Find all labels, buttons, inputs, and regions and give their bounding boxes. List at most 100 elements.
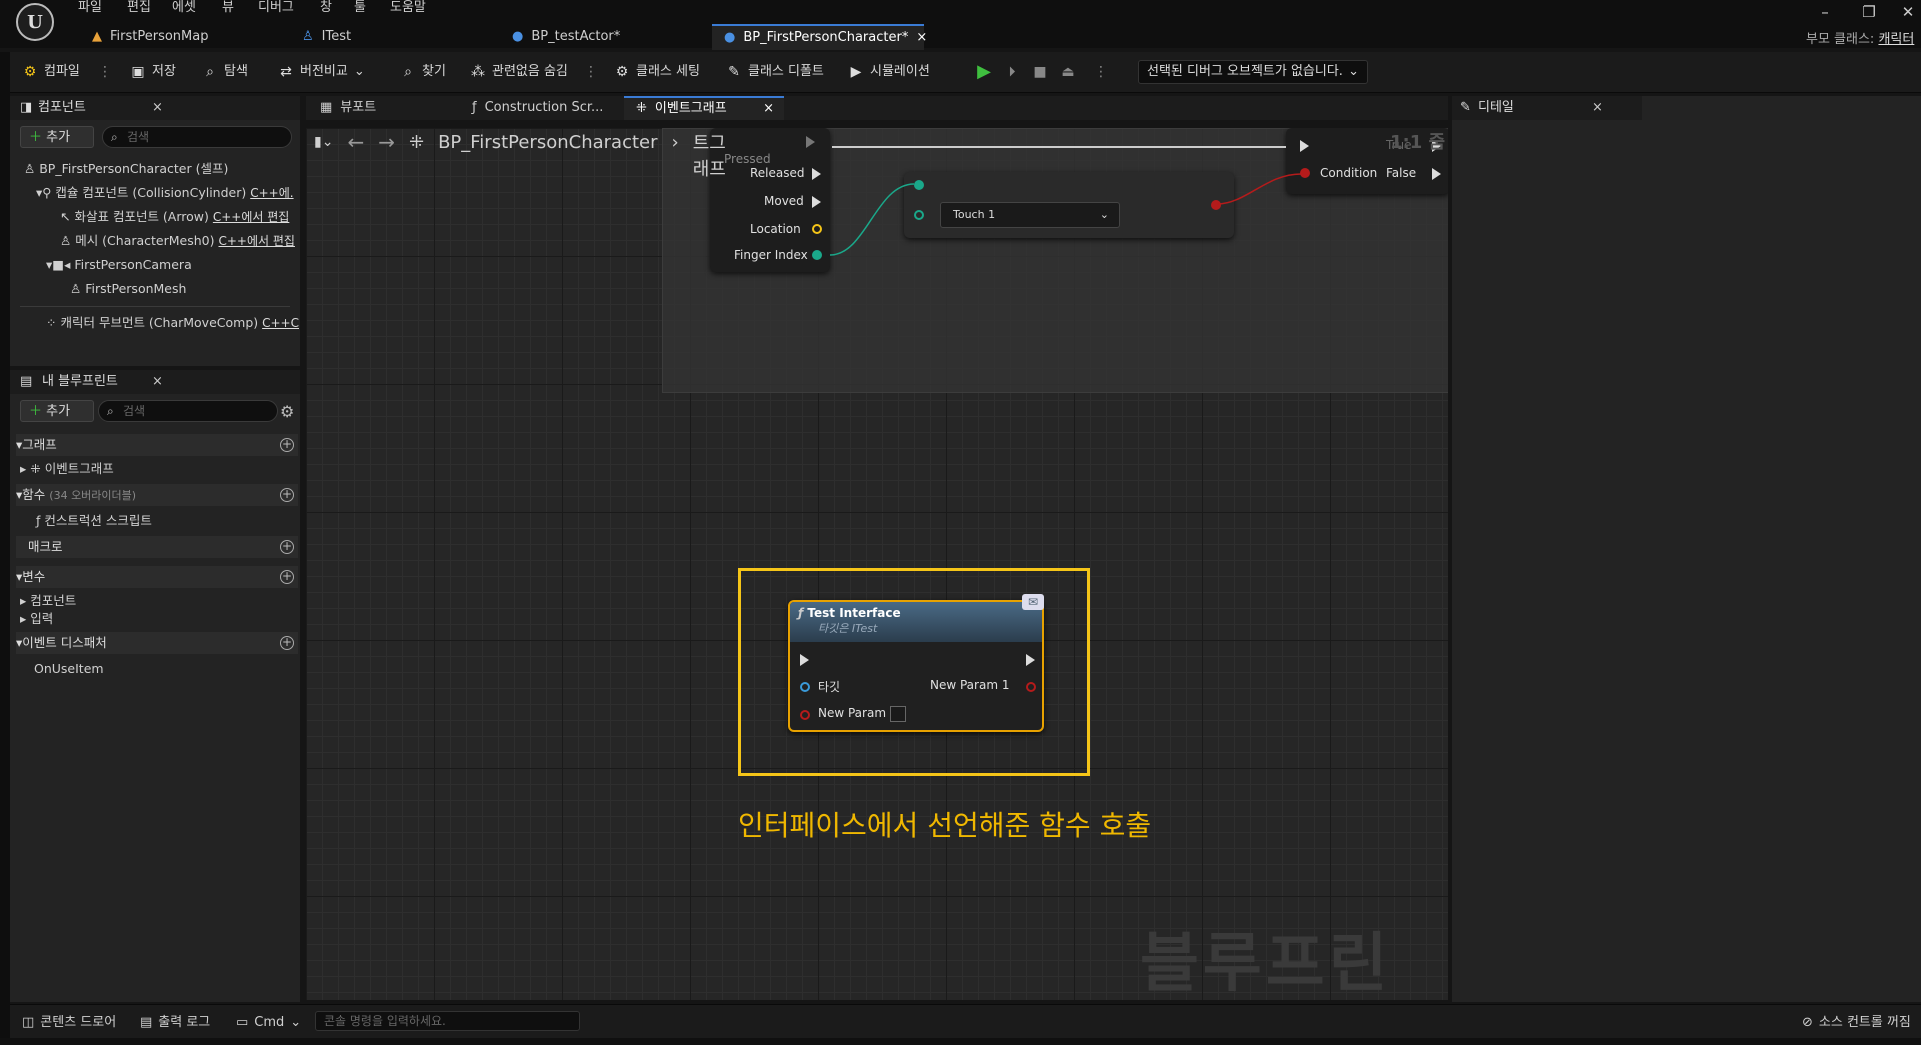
tab-construction-script[interactable]: ƒ Construction Scr... (460, 96, 615, 120)
browse-button[interactable]: ⌕ 탐색 (202, 60, 248, 84)
chevron-down-icon: ⌄ (290, 1015, 302, 1030)
close-icon[interactable]: × (763, 98, 774, 120)
class-defaults-button[interactable]: ✎ 클래스 디폴트 (726, 60, 824, 84)
add-dispatcher-icon[interactable]: + (280, 636, 294, 650)
add-member-button[interactable]: ＋ 추가 (20, 400, 94, 422)
tab-event-graph[interactable]: ⁜ 이벤트그래프 × (624, 96, 784, 120)
event-graph-canvas[interactable]: Pressed Released Moved Location Finger I… (306, 128, 1448, 1000)
exec-pin-in[interactable] (800, 654, 809, 666)
hide-unrelated-button[interactable]: ⁂ 관련없음 숨김 (470, 60, 568, 84)
section-macros[interactable]: 매크로 + (16, 536, 298, 558)
close-icon[interactable]: × (152, 96, 163, 120)
menu-window[interactable]: 창 (320, 0, 332, 16)
tab-bp-testactor[interactable]: ● BP_testActor* (500, 24, 700, 50)
more-options-icon[interactable]: ⋮ (584, 60, 598, 84)
my-blueprint-search-input[interactable]: ⌕ 검색 (98, 400, 278, 422)
test-interface-node[interactable]: ƒ Test Interface 타깃은 ITest ✉ 타깃 New Para… (788, 594, 1044, 732)
console-input[interactable]: 콘솔 명령을 입력하세요. (315, 1011, 580, 1031)
tree-item-camera[interactable]: ▾■◂ FirstPersonCamera (46, 256, 192, 274)
new-param-checkbox[interactable] (890, 706, 906, 722)
play-options-icon[interactable]: ⋮ (1094, 60, 1108, 84)
data-pin-new-param[interactable] (800, 710, 810, 720)
menu-debug[interactable]: 디버그 (258, 0, 294, 16)
close-icon[interactable]: × (1592, 96, 1603, 120)
diff-button[interactable]: ⇄ 버전비교 ⌄ (278, 60, 365, 84)
parent-class-link[interactable]: 캐릭터 (1878, 32, 1914, 47)
class-settings-button[interactable]: ⚙ 클래스 세팅 (614, 60, 700, 84)
section-label: 그래프 (22, 437, 57, 452)
tab-viewport[interactable]: ▦ 뷰포트 (308, 96, 388, 120)
edit-in-cpp-link[interactable]: C++에서 편집 (219, 234, 295, 248)
tab-label: BP_FirstPersonCharacter* (743, 30, 909, 45)
add-macro-icon[interactable]: + (280, 540, 294, 554)
add-component-button[interactable]: ＋ 추가 (20, 126, 94, 148)
unreal-logo-icon[interactable]: U (16, 3, 54, 41)
menu-edit[interactable]: 편집 (127, 0, 151, 16)
edit-in-cpp-link[interactable]: C++에. (250, 186, 293, 200)
simulate-button[interactable]: ▶ 시뮬레이션 (848, 60, 930, 84)
compile-options-icon[interactable]: ⋮ (98, 60, 112, 84)
stop-button[interactable]: ■ (1032, 60, 1048, 84)
tree-item-mesh[interactable]: ♙ 메시 (CharacterMesh0) C++에서 편집 (60, 232, 295, 250)
tree-item-fp-mesh[interactable]: ♙ FirstPersonMesh (70, 280, 186, 298)
menu-view[interactable]: 뷰 (222, 0, 234, 16)
title-bar: U 파일 편집 에셋 뷰 디버그 창 툴 도움말 ▲ FirstPersonMa… (0, 0, 1921, 51)
components-title: 컴포넌트 (38, 100, 86, 115)
exec-pin-out[interactable] (1026, 654, 1035, 666)
book-icon: ▤ (20, 374, 33, 389)
tree-item-movement[interactable]: ⁘ 캐릭터 무브먼트 (CharMoveComp) C++C (46, 314, 299, 332)
section-variables[interactable]: ▾변수 + (16, 566, 298, 588)
variable-category-input[interactable]: ▸ 입력 (20, 610, 53, 628)
play-button[interactable]: ▶ (976, 60, 992, 84)
tab-bp-firstpersoncharacter[interactable]: ● BP_FirstPersonCharacter* × (712, 24, 927, 51)
restore-button[interactable]: ❐ (1856, 2, 1882, 22)
add-graph-icon[interactable]: + (280, 438, 294, 452)
tab-firstpersonmap[interactable]: ▲ FirstPersonMap (80, 24, 270, 50)
close-window-button[interactable]: ✕ (1895, 2, 1921, 22)
dispatcher-item[interactable]: OnUseItem (34, 660, 104, 678)
cmd-dropdown[interactable]: ▭ Cmd ⌄ (236, 1013, 301, 1033)
pencil-icon: ✎ (728, 64, 740, 80)
debug-object-dropdown[interactable]: 선택된 디버그 오브젝트가 없습니다. ⌄ (1138, 60, 1368, 84)
arrow-component-icon: ↖ (60, 209, 71, 224)
section-event-dispatchers[interactable]: ▾이벤트 디스패처 + (16, 632, 298, 654)
data-pin-new-param-1[interactable] (1026, 682, 1036, 692)
tree-item-self[interactable]: ♙ BP_FirstPersonCharacter (셀프) (24, 160, 228, 178)
output-log-button[interactable]: ▤ 출력 로그 (140, 1013, 210, 1033)
save-button[interactable]: ▣ 저장 (130, 60, 176, 84)
tree-item-capsule[interactable]: ▾⚲ 캡슐 컴포넌트 (CollisionCylinder) C++에. (36, 184, 294, 202)
node-title: ƒ Test Interface (798, 606, 1042, 620)
source-control-button[interactable]: ⊘ 소스 컨트롤 꺼짐 (1802, 1013, 1911, 1033)
edit-in-cpp-link[interactable]: C++C (262, 316, 299, 330)
content-drawer-button[interactable]: ◫ 콘텐츠 드로어 (22, 1013, 116, 1033)
tab-close-icon[interactable]: × (916, 25, 927, 51)
close-icon[interactable]: × (152, 370, 163, 394)
variable-category-components[interactable]: ▸ 컴포넌트 (20, 592, 76, 610)
add-variable-icon[interactable]: + (280, 570, 294, 584)
tree-item-arrow[interactable]: ↖ 화살표 컴포넌트 (Arrow) C++에서 편집 (60, 208, 289, 226)
tab-itest[interactable]: ♙ ITest (290, 24, 490, 50)
function-item-construction-script[interactable]: ƒ 컨스트럭션 스크립트 (36, 512, 152, 530)
components-search-input[interactable]: ⌕ 검색 (102, 126, 292, 148)
menu-help[interactable]: 도움말 (390, 0, 426, 16)
node-subtitle: 타깃은 ITest (818, 622, 878, 635)
pencil-icon: ✎ (1460, 100, 1471, 115)
minimize-button[interactable]: – (1812, 2, 1838, 22)
find-button[interactable]: ⌕ 찾기 (400, 60, 446, 84)
step-button[interactable]: ⏵ (1004, 60, 1020, 84)
edit-in-cpp-link[interactable]: C++에서 편집 (213, 210, 289, 224)
status-bar: ◫ 콘텐츠 드로어 ▤ 출력 로그 ▭ Cmd ⌄ ⊘ 소스 컨트롤 꺼짐 (10, 1004, 1921, 1039)
menu-asset[interactable]: 에셋 (172, 0, 196, 16)
add-function-icon[interactable]: + (280, 488, 294, 502)
menu-tools[interactable]: 툴 (354, 0, 366, 16)
section-functions[interactable]: ▾함수 (34 오버라이더블) + (16, 484, 298, 506)
section-graphs[interactable]: ▾그래프 + (16, 434, 298, 456)
compile-button[interactable]: ⚙ 컴파일 (22, 60, 80, 84)
graph-item-event-graph[interactable]: ▸ ⁜ 이벤트그래프 (20, 460, 114, 478)
source-control-icon: ⊘ (1802, 1015, 1813, 1030)
gear-icon[interactable]: ⚙ (280, 402, 294, 421)
data-pin-target[interactable] (800, 682, 810, 692)
eject-button[interactable]: ⏏ (1060, 60, 1076, 84)
section-label: 이벤트 디스패처 (22, 635, 107, 650)
menu-file[interactable]: 파일 (78, 0, 102, 16)
